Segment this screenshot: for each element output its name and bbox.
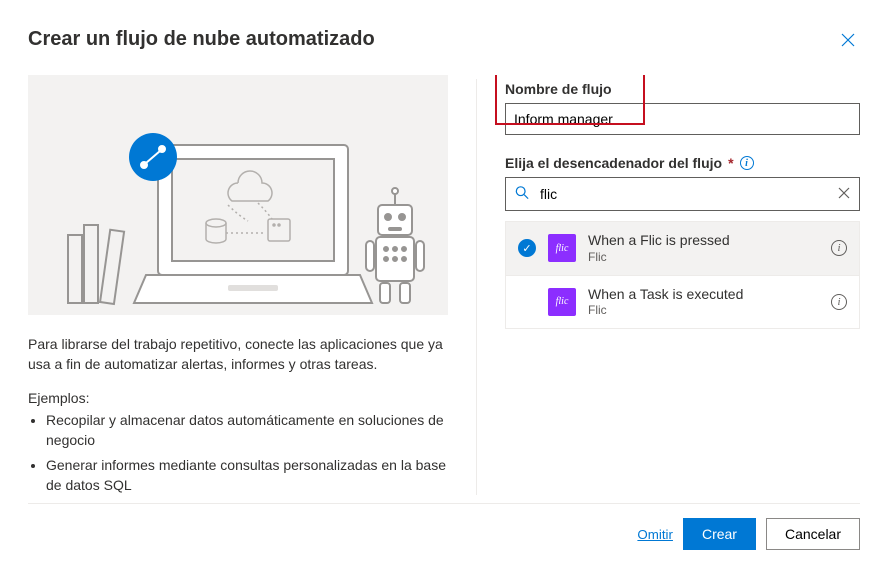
connector-icon-flic: flic — [548, 234, 576, 262]
description-text: Para librarse del trabajo repetitivo, co… — [28, 335, 448, 374]
flow-name-field: Nombre de flujo — [505, 81, 860, 135]
dialog-title: Crear un flujo de nube automatizado — [28, 28, 375, 51]
example-item: Recopilar y almacenar datos automáticame… — [46, 410, 448, 451]
info-icon[interactable]: i — [831, 240, 847, 256]
trigger-search-input[interactable] — [505, 177, 860, 211]
example-item: Generar informes mediante consultas pers… — [46, 455, 448, 496]
trigger-label-row: Elija el desencadenador del flujo * i — [505, 155, 860, 171]
close-icon — [838, 187, 850, 199]
trigger-connector: Flic — [588, 303, 819, 318]
clear-search-button[interactable] — [838, 186, 850, 202]
flow-name-input[interactable] — [505, 103, 860, 135]
flow-name-label: Nombre de flujo — [505, 81, 860, 97]
trigger-text: When a Flic is pressed Flic — [588, 232, 819, 265]
trigger-search — [505, 177, 860, 211]
trigger-title: When a Task is executed — [588, 286, 819, 304]
trigger-item[interactable]: flic When a Flic is pressed Flic i — [506, 222, 859, 276]
radio-checked-icon — [518, 239, 536, 257]
create-flow-dialog: Crear un flujo de nube automatizado — [0, 0, 888, 566]
right-panel: Nombre de flujo Elija el desencadenador … — [505, 75, 860, 503]
required-asterisk: * — [728, 155, 733, 171]
trigger-field: Elija el desencadenador del flujo * i — [505, 155, 860, 329]
cancel-button[interactable]: Cancelar — [766, 518, 860, 550]
trigger-text: When a Task is executed Flic — [588, 286, 819, 319]
dialog-header: Crear un flujo de nube automatizado — [28, 28, 860, 55]
vertical-divider — [476, 79, 477, 495]
trigger-title: When a Flic is pressed — [588, 232, 819, 250]
examples-label: Ejemplos: — [28, 390, 448, 406]
connector-icon-flic: flic — [548, 288, 576, 316]
info-icon[interactable]: i — [740, 156, 754, 170]
trigger-item[interactable]: flic When a Task is executed Flic i — [506, 276, 859, 329]
close-button[interactable] — [836, 28, 860, 55]
create-button[interactable]: Crear — [683, 518, 756, 550]
trigger-connector: Flic — [588, 250, 819, 265]
skip-button[interactable]: Omitir — [637, 518, 673, 550]
trigger-list: flic When a Flic is pressed Flic i flic … — [505, 221, 860, 329]
illustration — [28, 75, 448, 315]
examples-list: Recopilar y almacenar datos automáticame… — [28, 410, 448, 499]
trigger-label: Elija el desencadenador del flujo — [505, 155, 722, 171]
info-icon[interactable]: i — [831, 294, 847, 310]
dialog-body: Para librarse del trabajo repetitivo, co… — [28, 75, 860, 503]
dialog-footer: Omitir Crear Cancelar — [28, 503, 860, 550]
close-icon — [840, 32, 856, 48]
illustration-svg — [28, 75, 448, 315]
left-panel: Para librarse del trabajo repetitivo, co… — [28, 75, 448, 503]
